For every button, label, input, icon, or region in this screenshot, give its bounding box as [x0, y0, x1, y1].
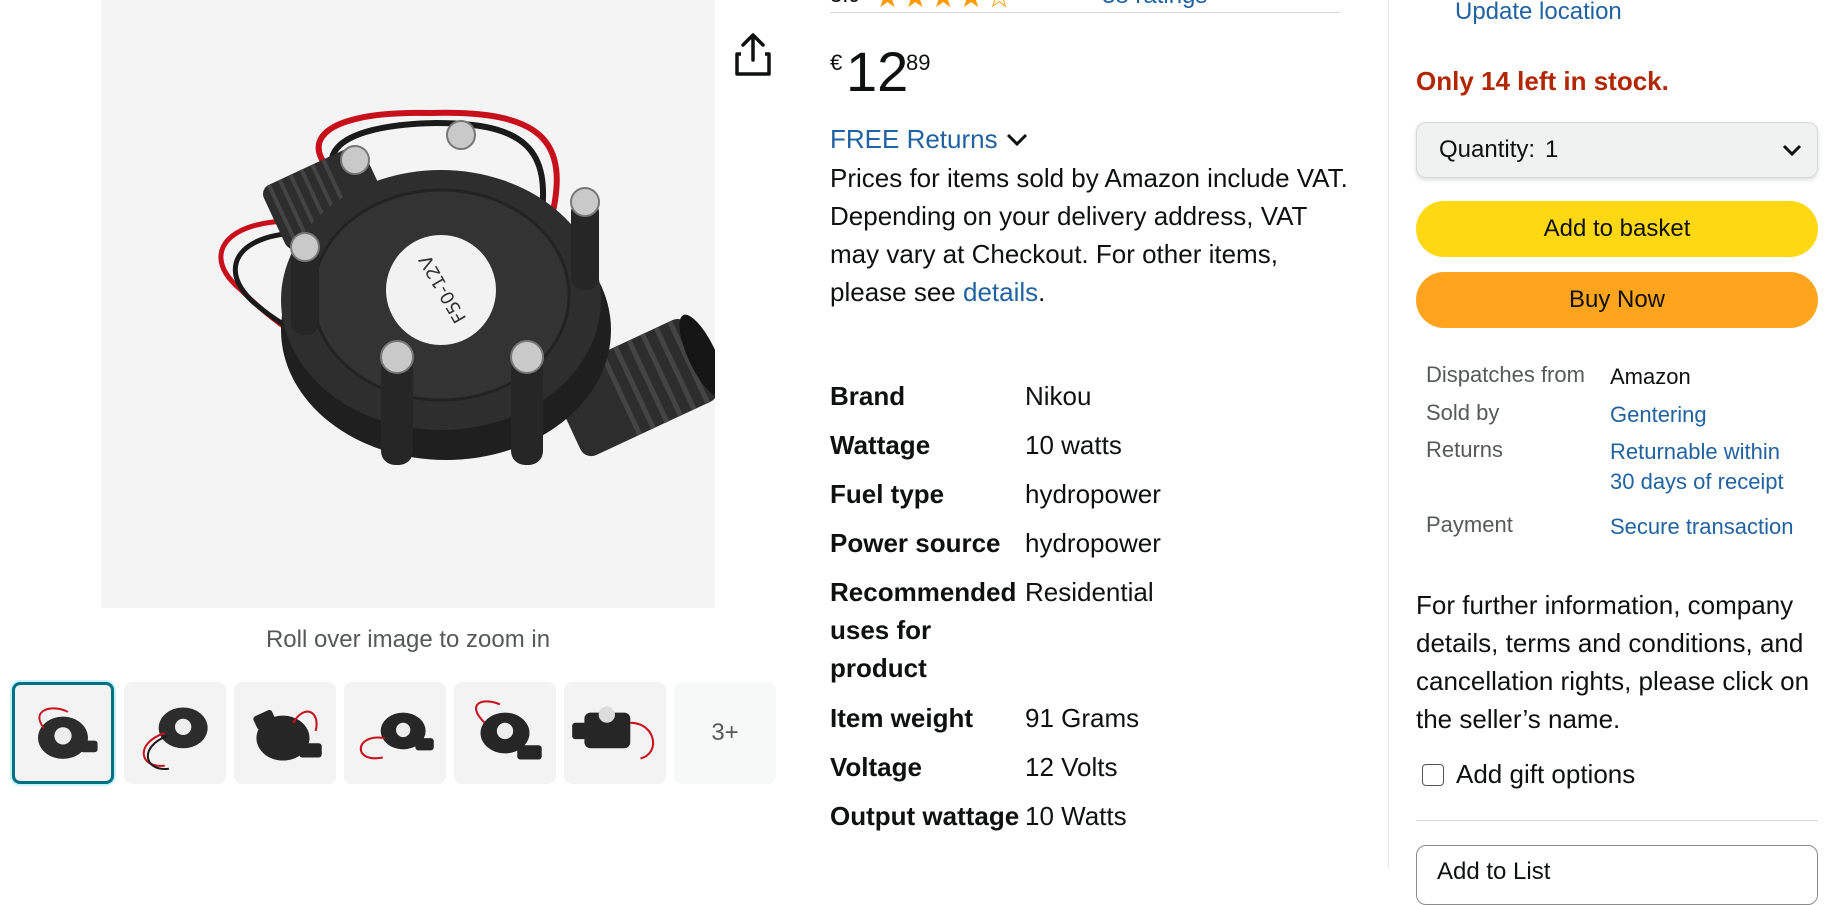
- quantity-label: Quantity:: [1439, 136, 1536, 163]
- vat-text: Prices for items sold by Amazon include …: [830, 163, 1348, 307]
- free-returns-label: FREE Returns: [830, 124, 998, 154]
- vat-details-link[interactable]: details: [963, 277, 1038, 307]
- spec-row: Voltage 12 Volts: [830, 748, 1161, 797]
- returns-label: Returns: [1426, 437, 1504, 462]
- thumbnail-1[interactable]: [12, 682, 114, 784]
- more-thumbnails-count: 3+: [711, 719, 739, 746]
- buy-now-button[interactable]: Buy Now: [1416, 272, 1818, 328]
- add-to-basket-button[interactable]: Add to basket: [1416, 201, 1818, 257]
- ratings-count-link[interactable]: 38 ratings: [1102, 0, 1207, 10]
- stock-status: Only 14 left in stock.: [1416, 66, 1669, 96]
- chevron-down-icon: [1782, 144, 1802, 157]
- spec-row: Item weight 91 Grams: [830, 699, 1161, 748]
- spec-value: 12 Volts: [1025, 752, 1118, 782]
- rating-strip: 3.9 ★★★★☆ 38 ratings: [830, 0, 1340, 15]
- zoom-hint: Roll over image to zoom in: [265, 626, 551, 653]
- sold-by-label: Sold by: [1426, 400, 1500, 425]
- rating-value[interactable]: 3.9: [830, 0, 861, 8]
- spec-key: Item weight: [830, 703, 974, 733]
- price-whole: 12: [846, 40, 909, 103]
- spec-key: Recommended uses for product: [830, 577, 1017, 683]
- spec-key: Voltage: [830, 752, 922, 782]
- water-turbine-generator-image: F50-12V: [218, 109, 715, 465]
- quantity-value: 1: [1545, 136, 1559, 163]
- update-location-link[interactable]: Update location: [1455, 0, 1622, 26]
- gift-options-label: Add gift options: [1456, 759, 1636, 789]
- secure-transaction-link[interactable]: Secure transaction: [1610, 512, 1810, 542]
- dispatches-label: Dispatches from: [1426, 362, 1585, 387]
- spec-row: Output wattage 10 Watts: [830, 797, 1161, 885]
- spec-value: hydropower: [1025, 479, 1161, 509]
- share-icon[interactable]: [731, 30, 775, 78]
- free-returns-link[interactable]: FREE Returns: [830, 124, 1028, 155]
- spec-key: Output wattage: [830, 801, 1020, 831]
- spec-key: Power source: [830, 528, 1001, 558]
- thumbnail-6[interactable]: [564, 682, 666, 784]
- more-thumbnails-button[interactable]: 3+: [674, 682, 776, 784]
- spec-value: Nikou: [1025, 381, 1092, 411]
- price-currency: €: [830, 50, 843, 75]
- spec-value: 91 Grams: [1025, 703, 1140, 733]
- spec-row: Wattage 10 watts: [830, 426, 1161, 475]
- spec-row: Fuel type hydropower: [830, 475, 1161, 524]
- spec-value: 10 watts: [1025, 430, 1122, 460]
- spec-row: Recommended uses for product Residential: [830, 573, 1161, 699]
- price-fraction: 89: [906, 50, 931, 75]
- add-to-list-button[interactable]: Add to List: [1416, 845, 1818, 905]
- gift-divider: [1416, 820, 1818, 821]
- thumbnail-4[interactable]: [344, 682, 446, 784]
- product-specs-table: Brand Nikou Wattage 10 watts Fuel type hydr…: [830, 377, 1161, 885]
- gift-options-checkbox[interactable]: [1422, 763, 1444, 786]
- spec-value: Residential: [1025, 577, 1154, 607]
- spec-row: Brand Nikou: [830, 377, 1161, 426]
- spec-value: hydropower: [1025, 528, 1161, 558]
- thumbnail-5[interactable]: [454, 682, 556, 784]
- returns-policy-link[interactable]: Returnable within 30 days of receipt: [1610, 437, 1810, 497]
- spec-key: Wattage: [830, 430, 931, 460]
- spec-value: 10 Watts: [1025, 801, 1127, 831]
- payment-label: Payment: [1426, 512, 1513, 537]
- seller-info-notice: For further information, company details…: [1416, 590, 1810, 734]
- spec-row: Power source hydropower: [830, 524, 1161, 573]
- main-product-image[interactable]: F50-12V: [101, 0, 715, 608]
- thumbnail-3[interactable]: [234, 682, 336, 784]
- quantity-select[interactable]: Quantity: 1: [1416, 122, 1818, 178]
- spec-key: Fuel type: [830, 479, 945, 509]
- buybox-divider: [1388, 0, 1389, 868]
- thumbnail-2[interactable]: [124, 682, 226, 784]
- rating-stars-icon[interactable]: ★★★★☆: [874, 0, 1013, 15]
- chevron-down-icon: [1006, 133, 1027, 146]
- spec-key: Brand: [830, 381, 906, 411]
- vat-notice: Prices for items sold by Amazon include …: [830, 159, 1350, 311]
- gift-options[interactable]: Add gift options: [1422, 759, 1635, 790]
- seller-link[interactable]: Gentering: [1610, 400, 1810, 430]
- vat-text-end: .: [1038, 277, 1046, 307]
- dispatches-value: Amazon: [1610, 364, 1691, 389]
